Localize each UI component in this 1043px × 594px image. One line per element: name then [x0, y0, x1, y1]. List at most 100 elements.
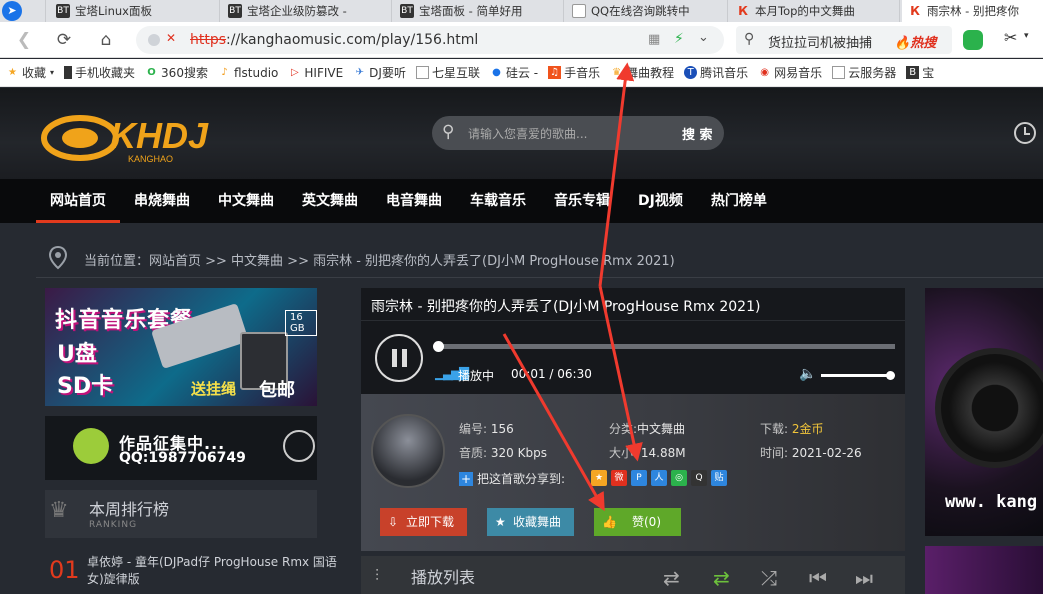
reload-icon[interactable]: ⟳	[52, 28, 76, 52]
hot-search-label[interactable]: 🔥热搜	[894, 32, 936, 51]
site-search-input[interactable]: 请输入您喜爱的歌曲...	[468, 125, 587, 142]
date-value: 2021-02-26	[791, 446, 862, 460]
nav-car-music[interactable]: 车载音乐	[456, 179, 540, 223]
nav-edm[interactable]: 电音舞曲	[372, 179, 456, 223]
music-app-icon: ♫	[548, 66, 562, 79]
list-item[interactable]: 01 卓依婷 - 童年(DJPad仔 ProgHouse Rmx 国语女)旋律版	[45, 546, 337, 594]
bookmark-qixing[interactable]: 七星互联	[415, 64, 480, 81]
right-ad-banner[interactable]: www. kang	[925, 288, 1043, 536]
quality-value: 320 Kbps	[490, 446, 547, 460]
rank-song-title: 卓依婷 - 童年(DJPad仔 ProgHouse Rmx 国语女)旋律版	[87, 555, 337, 586]
tab-top-chinese[interactable]: К 本月Top的中文舞曲	[730, 0, 900, 22]
dropdown-caret-icon[interactable]: ▾	[1024, 31, 1029, 41]
home-icon[interactable]: ⌂	[94, 28, 118, 52]
share-label: + 把这首歌分享到:	[459, 470, 565, 487]
nav-medley[interactable]: 串烧舞曲	[120, 179, 204, 223]
bookmark-music[interactable]: ♫ 手音乐	[548, 64, 600, 81]
tieba-share-icon[interactable]: 贴	[711, 470, 727, 486]
tab-bt-linux[interactable]: BT 宝塔Linux面板	[50, 0, 220, 22]
bookmark-tutorial[interactable]: ♛ 舞曲教程	[610, 64, 674, 81]
site-search-bar: ⚲ 请输入您喜爱的歌曲... 搜 索	[432, 116, 724, 150]
breadcrumb-text[interactable]: 当前位置：网站首页 >> 中文舞曲 >> 雨宗林 - 别把疼你的人弄丢了(DJ小…	[84, 250, 675, 269]
volume-handle[interactable]	[886, 371, 895, 380]
right-ad-banner-2[interactable]	[925, 546, 1043, 594]
qq-share-icon[interactable]: Q	[691, 470, 707, 486]
bookmark-flstudio[interactable]: ♪ flstudio	[218, 66, 278, 80]
bookmark-favorites[interactable]: ★ 收藏 ▾	[6, 64, 54, 81]
back-arrow-icon[interactable]: ❮	[12, 28, 36, 52]
renren-share-icon[interactable]: 人	[651, 470, 667, 486]
bt-icon: B	[906, 66, 920, 79]
bookmark-360[interactable]: O 360搜索	[145, 64, 208, 81]
like-button-label: 赞(0)	[632, 515, 661, 529]
pause-icon	[392, 349, 397, 367]
nav-chinese[interactable]: 中文舞曲	[204, 179, 288, 223]
qzone-share-icon[interactable]: ★	[591, 470, 607, 486]
chevron-down-icon[interactable]: ⌄	[698, 30, 709, 45]
bookmark-label: 网易音乐	[774, 66, 823, 80]
bookmark-tencent[interactable]: T 腾讯音乐	[684, 64, 748, 81]
artist-avatar	[371, 414, 445, 488]
nav-albums[interactable]: 音乐专辑	[540, 179, 624, 223]
usb-promo-banner[interactable]: 抖音音乐套餐 U盘 SD卡 16 GB 送挂绳 包邮	[45, 288, 317, 406]
location-pin-icon	[48, 246, 68, 270]
wechat-share-icon[interactable]: ◎	[671, 470, 687, 486]
song-id: 编号: 156	[459, 420, 514, 437]
volume-slider[interactable]	[821, 371, 895, 380]
bookmark-bt[interactable]: B宝	[906, 64, 934, 81]
360-icon: O	[147, 67, 156, 78]
nav-home[interactable]: 网站首页	[36, 179, 120, 223]
avatar	[73, 428, 109, 464]
pause-button[interactable]	[375, 334, 423, 382]
submission-banner[interactable]: 作品征集中... QQ:1987706749	[45, 416, 317, 480]
address-bar[interactable]: ✕ https://kanghaomusic.com/play/156.html…	[136, 26, 724, 54]
tab-current-song[interactable]: К 雨宗林 - 别把疼你	[902, 0, 1043, 22]
browser-search-box[interactable]: ⚲ 货拉拉司机被抽捕 🔥热搜	[736, 26, 952, 54]
shuffle-icon[interactable]: ⤮	[761, 566, 777, 590]
bookmark-mobile[interactable]: 手机收藏夹	[64, 64, 135, 81]
site-logo[interactable]: KHDJ KANGHAO	[40, 108, 250, 168]
progress-track[interactable]	[433, 341, 895, 352]
tab-label: 雨宗林 - 别把疼你	[927, 4, 1019, 18]
next-icon[interactable]: ⏭	[855, 566, 873, 590]
like-button[interactable]: 👍 赞(0)	[594, 508, 681, 536]
weibo-share-icon[interactable]: 微	[611, 470, 627, 486]
clock-icon[interactable]	[1014, 122, 1036, 144]
download-button[interactable]: ⇩ 立即下载	[380, 508, 467, 536]
nav-dj-video[interactable]: DJ视频	[624, 179, 697, 223]
favorite-button[interactable]: ★ 收藏舞曲	[487, 508, 574, 536]
previous-icon[interactable]: ⏮	[809, 566, 827, 590]
tab-qq-redirect[interactable]: QQ在线咨询跳转中	[566, 0, 728, 22]
repeat-icon[interactable]: ⇄	[663, 566, 680, 590]
p-share-icon[interactable]: P	[631, 470, 647, 486]
bookmark-dj[interactable]: ✈ DJ要听	[353, 64, 405, 81]
netease-icon: ◉	[760, 67, 770, 78]
bookmark-cloud-server[interactable]: 云服务器	[832, 64, 896, 81]
plus-icon: +	[459, 472, 473, 486]
nav-hot-charts[interactable]: 热门榜单	[697, 179, 781, 223]
download-icon: ⇩	[388, 515, 399, 529]
bt-icon: BT	[400, 4, 414, 18]
qr-code-icon[interactable]: ▦	[648, 32, 660, 47]
breadcrumb: 当前位置：网站首页 >> 中文舞曲 >> 雨宗林 - 别把疼你的人弄丢了(DJ小…	[36, 238, 1043, 278]
bookmark-netease[interactable]: ◉ 网易音乐	[758, 64, 822, 81]
progress-handle[interactable]	[433, 341, 445, 352]
tab-label: 本月Top的中文舞曲	[755, 4, 855, 18]
lightning-icon[interactable]: ⚡	[674, 31, 684, 47]
category-label: 分类:	[609, 422, 638, 436]
browser-back-tab[interactable]: ➤	[0, 0, 46, 22]
song-id-label: 编号:	[459, 422, 488, 436]
bookmark-hifive[interactable]: ▷ HIFIVE	[288, 66, 343, 80]
browser-tab-bar: ➤ BT 宝塔Linux面板 BT 宝塔企业级防篡改 - BT 宝塔面板 - 简单好用…	[0, 0, 1043, 22]
chat-extension-icon[interactable]	[963, 30, 983, 50]
hot-search-text: 热搜	[910, 36, 937, 51]
volume-icon[interactable]: 🔈	[799, 366, 816, 382]
scissors-icon[interactable]: ✂	[1004, 28, 1017, 47]
tab-bt-panel[interactable]: BT 宝塔面板 - 简单好用	[394, 0, 564, 22]
category-value: 中文舞曲	[637, 422, 686, 436]
nav-english[interactable]: 英文舞曲	[288, 179, 372, 223]
site-search-button[interactable]: 搜 索	[682, 124, 713, 143]
bookmark-guiyun[interactable]: ● 硅云 -	[490, 64, 538, 81]
tab-bt-enterprise[interactable]: BT 宝塔企业级防篡改 -	[222, 0, 392, 22]
repeat-all-icon[interactable]: ⇄	[713, 566, 730, 590]
